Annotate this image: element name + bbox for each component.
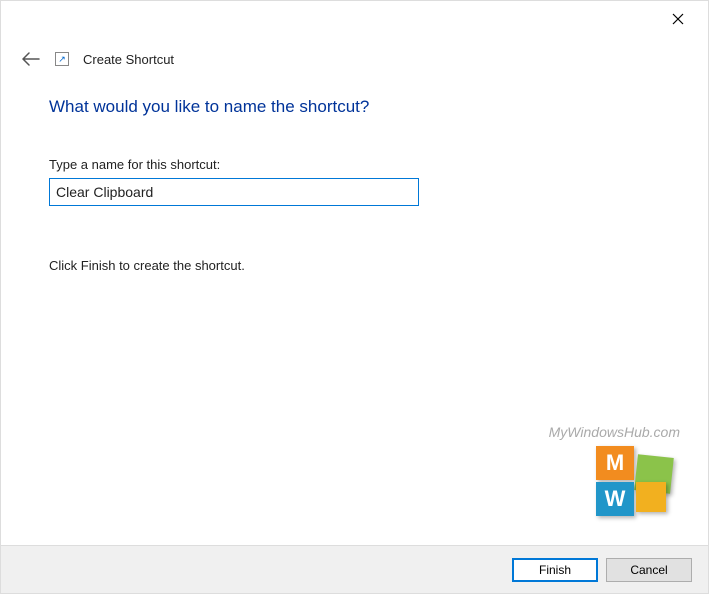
watermark-text: MyWindowsHub.com: [549, 424, 680, 440]
cancel-button[interactable]: Cancel: [606, 558, 692, 582]
shortcut-icon: [55, 52, 69, 66]
back-button[interactable]: [21, 49, 41, 69]
close-icon: [672, 13, 684, 25]
wizard-window: Create Shortcut What would you like to n…: [0, 0, 709, 594]
close-button[interactable]: [662, 3, 694, 35]
finish-button[interactable]: Finish: [512, 558, 598, 582]
name-field-label: Type a name for this shortcut:: [49, 157, 660, 172]
watermark-tile-green: [634, 454, 674, 494]
watermark-tile-yellow: [636, 482, 666, 512]
button-bar: Finish Cancel: [1, 545, 708, 593]
watermark: MyWindowsHub.com M W: [549, 424, 680, 521]
watermark-tile-blue: W: [596, 482, 634, 516]
arrow-left-icon: [22, 52, 40, 66]
hint-text: Click Finish to create the shortcut.: [49, 258, 660, 273]
header-row: Create Shortcut: [1, 37, 708, 69]
shortcut-name-input[interactable]: [49, 178, 419, 206]
wizard-title: Create Shortcut: [83, 52, 174, 67]
watermark-tile-orange: M: [596, 446, 634, 480]
watermark-logo: M W: [596, 446, 680, 518]
content-area: What would you like to name the shortcut…: [1, 69, 708, 273]
page-heading: What would you like to name the shortcut…: [49, 97, 660, 117]
titlebar: [1, 1, 708, 37]
